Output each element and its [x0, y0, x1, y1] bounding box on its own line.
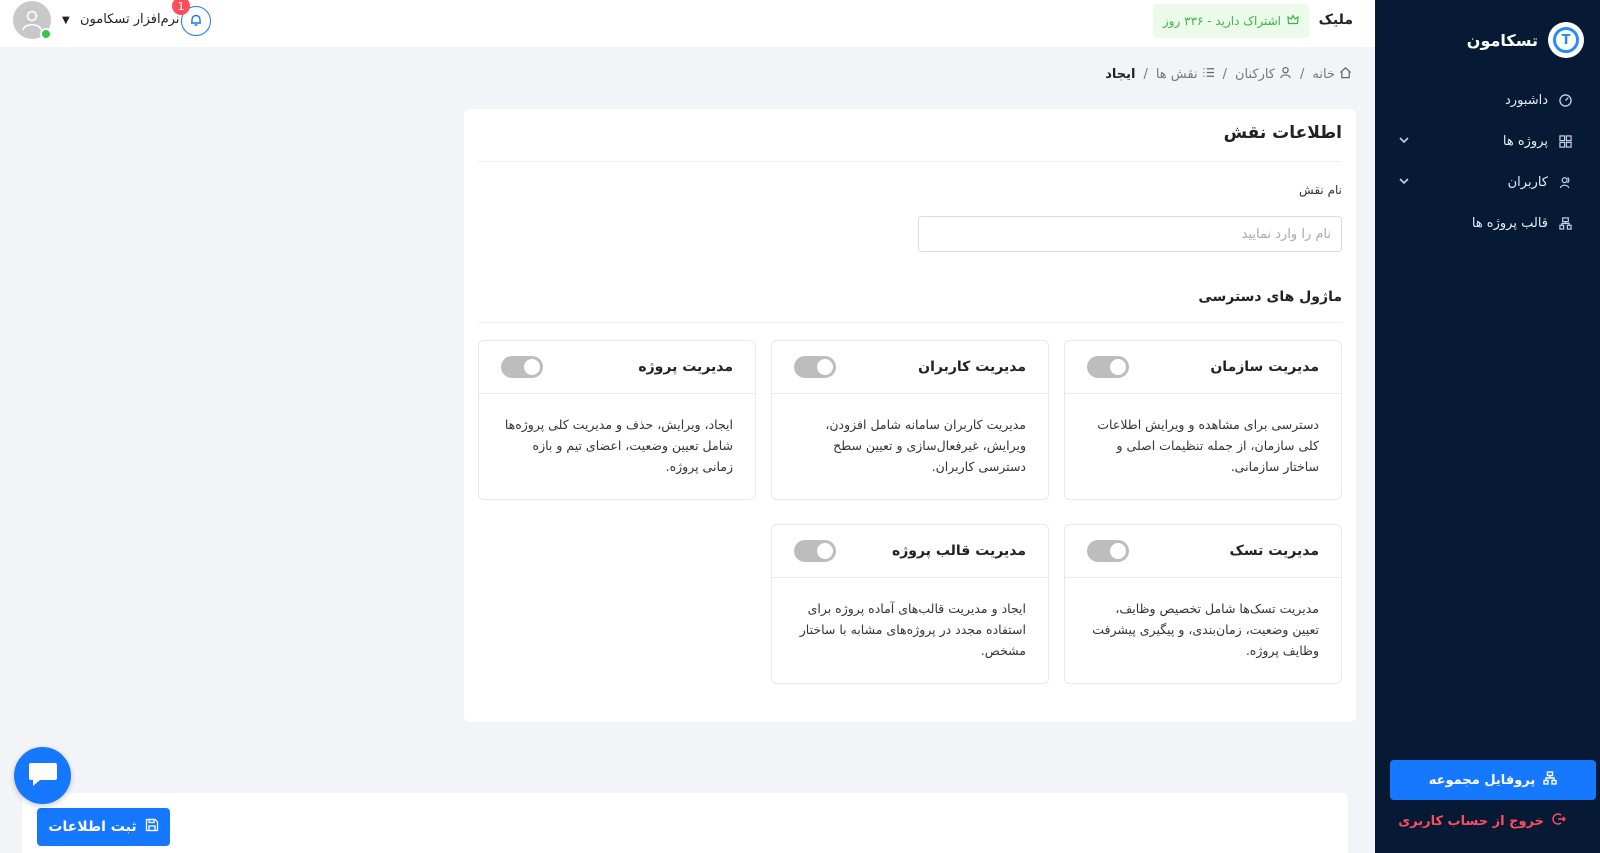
modules-title: ماژول های دسترسی: [1198, 289, 1342, 305]
sidebar-item-label: قالب پروژه ها: [1471, 216, 1548, 231]
bell-icon: [189, 12, 203, 31]
crown-icon: [1287, 13, 1299, 29]
module-title: مدیریت کاربران: [918, 359, 1026, 375]
module-toggle-project-template[interactable]: [794, 540, 836, 562]
template-icon: [1558, 217, 1572, 231]
breadcrumb-current: ایجاد: [1105, 67, 1136, 82]
module-card-project: مدیریت پروژه ایجاد، ویرایش، حذف و مدیریت…: [478, 340, 756, 500]
module-card-project-template: مدیریت قالب پروژه ایجاد و مدیریت قالب‌ها…: [771, 524, 1049, 684]
company-name: ملیک: [1318, 12, 1353, 28]
breadcrumb-employees[interactable]: کارکنان: [1235, 66, 1292, 83]
sitemap-icon: [1543, 771, 1557, 789]
online-indicator: [40, 28, 52, 40]
divider: [478, 322, 1342, 323]
sidebar-item-label: کاربران: [1507, 175, 1548, 190]
brand-logo: T: [1548, 22, 1584, 58]
module-card-organization: مدیریت سازمان دسترسی برای مشاهده و ویرای…: [1064, 340, 1342, 500]
logout-link[interactable]: خروج از حساب کاربری: [1398, 812, 1567, 830]
breadcrumb-roles-label: نقش ها: [1155, 67, 1198, 82]
role-name-label: نام نقش: [1299, 183, 1342, 197]
sidebar: T تسکامون داشبورد پروژه ها کاربران قالب …: [1375, 0, 1600, 853]
sidebar-item-projects[interactable]: پروژه ها: [1375, 121, 1600, 162]
breadcrumb-separator: /: [1143, 67, 1148, 82]
sidebar-item-templates[interactable]: قالب پروژه ها: [1375, 203, 1600, 244]
page-title: اطلاعات نقش: [1223, 123, 1342, 143]
subscription-badge: اشتراک دارید - ۳۳۶ روز: [1152, 4, 1309, 38]
module-card-task: مدیریت تسک مدیریت تسک‌ها شامل تخصیص وظای…: [1064, 524, 1342, 684]
divider: [478, 161, 1342, 162]
role-info-card: اطلاعات نقش نام نقش ماژول های دسترسی مدی…: [464, 109, 1356, 722]
module-card-users: مدیریت کاربران مدیریت کاربران سامانه شام…: [771, 340, 1049, 500]
user-name[interactable]: نرم‌افزار تسکامون: [80, 12, 179, 27]
chat-button[interactable]: [14, 747, 71, 804]
user-icon: [1279, 66, 1292, 83]
breadcrumb-separator: /: [1300, 67, 1305, 82]
module-title: مدیریت سازمان: [1210, 359, 1319, 375]
breadcrumb-employees-label: کارکنان: [1234, 67, 1276, 82]
module-description: ایجاد و مدیریت قالب‌های آماده پروژه برای…: [799, 601, 1026, 658]
caret-down-icon[interactable]: ▼: [62, 15, 70, 26]
sidebar-item-users[interactable]: کاربران: [1375, 162, 1600, 203]
save-icon: [145, 818, 159, 836]
logout-icon: [1552, 812, 1567, 830]
module-toggle-organization[interactable]: [1087, 356, 1129, 378]
grid-icon: [1558, 135, 1572, 149]
list-icon: [1202, 66, 1215, 83]
module-toggle-project[interactable]: [501, 356, 543, 378]
save-label: ثبت اطلاعات: [48, 819, 137, 835]
side-nav: داشبورد پروژه ها کاربران قالب پروژه ها: [1375, 80, 1600, 244]
dashboard-icon: [1558, 94, 1572, 108]
chevron-down-icon: [1395, 176, 1409, 189]
module-toggle-task[interactable]: [1087, 540, 1129, 562]
users-icon: [1558, 176, 1572, 190]
breadcrumb-home[interactable]: خانه: [1312, 66, 1352, 83]
save-button[interactable]: ثبت اطلاعات: [37, 808, 170, 846]
sidebar-item-label: داشبورد: [1505, 93, 1548, 108]
org-profile-button[interactable]: پروفایل مجموعه: [1390, 760, 1596, 800]
module-title: مدیریت تسک: [1229, 543, 1319, 559]
module-toggle-users[interactable]: [794, 356, 836, 378]
home-icon: [1339, 66, 1352, 83]
action-bar: [22, 793, 1348, 853]
subscription-text: اشتراک دارید - ۳۳۶ روز: [1162, 14, 1281, 28]
module-description: دسترسی برای مشاهده و ویرایش اطلاعات کلی …: [1097, 417, 1319, 474]
role-name-input[interactable]: [918, 216, 1342, 252]
breadcrumb: خانه / کارکنان / نقش ها / ایجاد: [1105, 66, 1352, 83]
breadcrumb-separator: /: [1222, 67, 1227, 82]
chat-icon: [28, 761, 58, 791]
module-title: مدیریت پروژه: [638, 359, 733, 375]
module-description: ایجاد، ویرایش، حذف و مدیریت کلی پروژه‌ها…: [504, 417, 733, 474]
chevron-down-icon: [1395, 135, 1409, 148]
sidebar-item-label: پروژه ها: [1502, 134, 1548, 149]
topbar: ملیک اشتراک دارید - ۳۳۶ روز نرم‌افزار تس…: [0, 0, 1375, 47]
logout-label: خروج از حساب کاربری: [1398, 813, 1544, 829]
module-title: مدیریت قالب پروژه: [891, 543, 1026, 559]
module-description: مدیریت کاربران سامانه شامل افزودن، ویرای…: [825, 417, 1026, 474]
brand[interactable]: T تسکامون: [1375, 0, 1600, 80]
module-description: مدیریت تسک‌ها شامل تخصیص وظایف، تعیین وض…: [1092, 601, 1319, 658]
brand-name: تسکامون: [1466, 30, 1538, 50]
breadcrumb-home-label: خانه: [1312, 67, 1335, 82]
org-profile-label: پروفایل مجموعه: [1428, 772, 1536, 788]
breadcrumb-roles[interactable]: نقش ها: [1156, 66, 1215, 83]
sidebar-item-dashboard[interactable]: داشبورد: [1375, 80, 1600, 121]
